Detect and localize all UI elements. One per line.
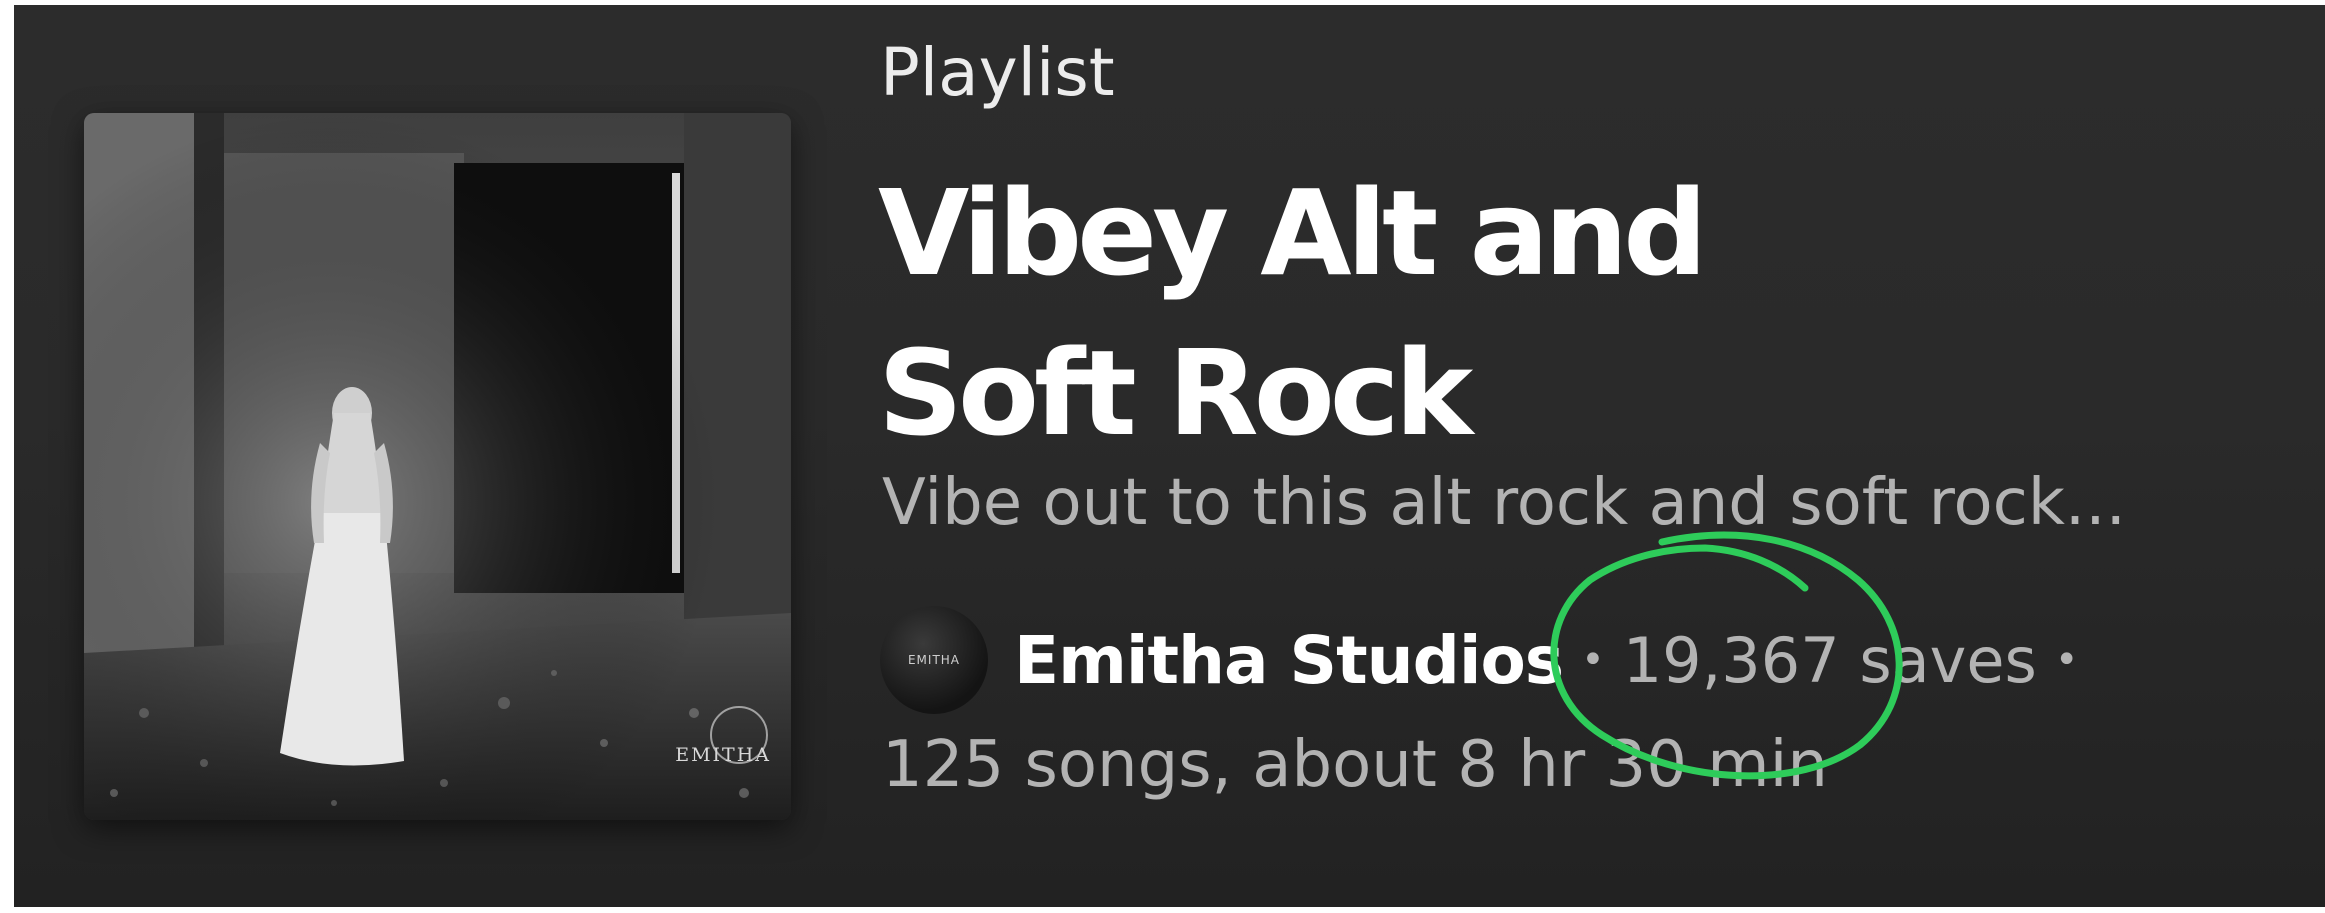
playlist-cover-image[interactable]: EMITHA <box>84 113 791 820</box>
meta-separator-trailing: • <box>2054 637 2079 683</box>
cover-photo-icon <box>84 113 791 820</box>
cover-brand-text: EMITHA <box>675 744 771 766</box>
playlist-description: Vibe out to this alt rock and soft rock.… <box>882 466 2126 540</box>
playlist-screenshot: EMITHA Playlist Vibey Alt and Soft Rock … <box>0 0 2325 913</box>
saves-count: 19,367 <box>1622 623 1840 697</box>
meta-separator: • <box>1581 637 1605 683</box>
playlist-type-label: Playlist <box>880 34 1115 111</box>
owner-avatar-text: EMITHA <box>907 653 961 667</box>
saves-unit: saves <box>1859 623 2037 697</box>
playlist-meta: EMITHA Emitha Studios • 19,367 saves • <box>880 605 2096 715</box>
owner-name-link[interactable]: Emitha Studios <box>1014 622 1564 699</box>
songs-duration-summary: 125 songs, about 8 hr 30 min <box>882 728 1828 802</box>
playlist-header: EMITHA Playlist Vibey Alt and Soft Rock … <box>14 5 2325 907</box>
owner-avatar[interactable]: EMITHA <box>880 606 988 714</box>
playlist-title: Vibey Alt and Soft Rock <box>878 164 1708 462</box>
